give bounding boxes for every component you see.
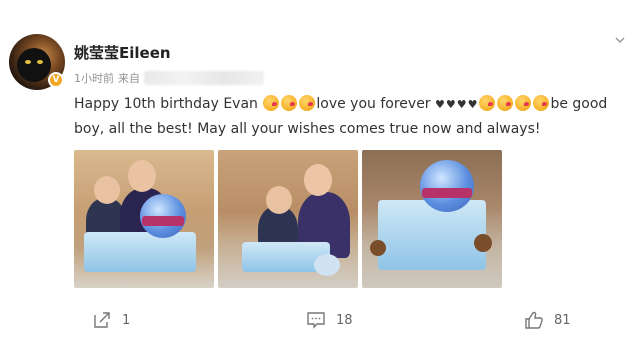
kiss-emoji-icon xyxy=(515,95,532,111)
post-text-line1-c: be good xyxy=(550,96,608,112)
blurred-source xyxy=(144,71,264,85)
action-bar: 1 18 81 xyxy=(0,300,640,340)
cat-avatar-icon xyxy=(17,48,51,82)
comment-icon xyxy=(307,312,325,329)
post-text-line1-a: Happy 10th birthday Evan xyxy=(74,96,263,112)
kiss-emoji-icon xyxy=(263,95,280,111)
photo-thumbnail-3[interactable] xyxy=(362,150,502,288)
kiss-emoji-icon xyxy=(479,95,496,111)
kiss-emoji-icon xyxy=(299,95,316,111)
post-text-line1-b: love you forever xyxy=(316,96,436,112)
like-button[interactable]: 81 xyxy=(524,310,571,330)
source-prefix: 来自 xyxy=(118,72,140,85)
post-text-line2: boy, all the best! May all your wishes c… xyxy=(74,121,541,137)
comment-button[interactable]: 18 xyxy=(306,310,353,330)
photo-thumbnail-2[interactable] xyxy=(218,150,358,288)
post-meta: 1小时前 来自 xyxy=(74,70,264,86)
weibo-post: V 姚莹莹Eileen 1小时前 来自 Happy 10th birthday … xyxy=(0,0,640,353)
kiss-emoji-icon xyxy=(281,95,298,111)
thumbs-up-icon xyxy=(525,311,543,329)
kiss-emoji-icon xyxy=(533,95,550,111)
photo-thumbnail-1[interactable] xyxy=(74,150,214,288)
share-button[interactable]: 1 xyxy=(92,310,130,330)
kiss-emoji-icon xyxy=(497,95,514,111)
chevron-down-icon[interactable] xyxy=(614,34,626,46)
cake-image xyxy=(84,232,196,272)
post-text: Happy 10th birthday Evan love you foreve… xyxy=(74,92,634,141)
verified-badge-icon: V xyxy=(48,72,64,88)
share-count: 1 xyxy=(122,312,131,328)
comment-count: 18 xyxy=(336,312,353,328)
hearts-icon: ♥♥♥♥ xyxy=(435,98,479,111)
like-count: 81 xyxy=(554,312,571,328)
post-time[interactable]: 1小时前 xyxy=(74,70,114,86)
share-icon xyxy=(94,312,110,328)
cake-image xyxy=(378,200,486,270)
username[interactable]: 姚莹莹Eileen xyxy=(74,42,171,63)
